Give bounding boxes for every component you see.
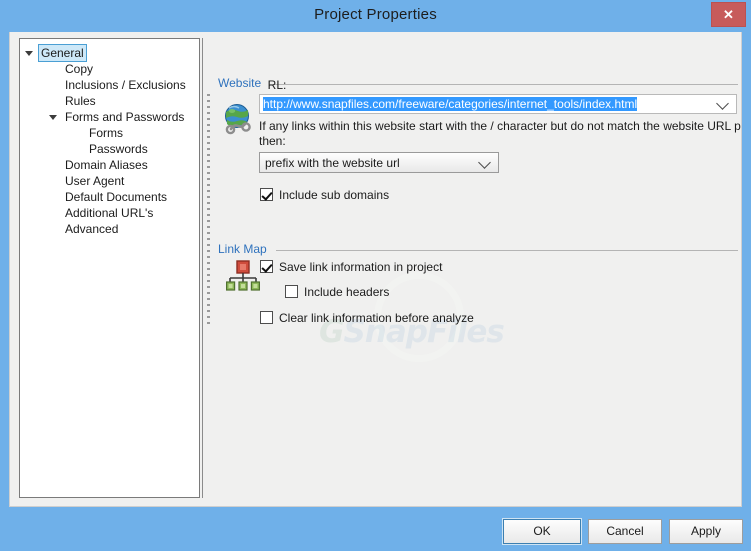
tree-item-list: General Copy Inclusions / Exclusions Rules F… <box>20 44 199 237</box>
tree-item-forms-and-passwords[interactable]: Forms and Passwords <box>49 109 199 125</box>
chevron-down-icon[interactable] <box>49 115 57 120</box>
chevron-down-icon[interactable] <box>716 97 729 110</box>
tree-item-label: Domain Aliases <box>65 158 148 172</box>
dialog-footer: OK Cancel Apply <box>0 507 751 551</box>
apply-button[interactable]: Apply <box>669 519 743 544</box>
tree-item-rules[interactable]: Rules <box>62 93 199 109</box>
ok-button[interactable]: OK <box>502 518 582 545</box>
tree-item-label: Inclusions / Exclusions <box>65 78 186 92</box>
include-headers-label: Include headers <box>304 285 390 299</box>
url-combobox[interactable]: http://www.snapfiles.com/freeware/catego… <box>259 94 737 114</box>
tree-item-label: Advanced <box>65 222 119 236</box>
title-bar: Project Properties ✕ <box>0 0 751 32</box>
sitemap-icon <box>226 260 260 291</box>
tree-item-user-agent[interactable]: User Agent <box>62 173 199 189</box>
panel-splitter[interactable] <box>202 38 214 498</box>
splitter-line <box>202 38 203 498</box>
tree-item-passwords[interactable]: Passwords <box>86 141 199 157</box>
chevron-down-icon[interactable] <box>478 155 491 169</box>
prefix-option-combobox[interactable]: prefix with the website url <box>259 152 499 173</box>
globe-link-icon <box>225 104 251 135</box>
dialog-client-area: General Copy Inclusions / Exclusions Rules F… <box>9 32 742 507</box>
tree-item-label: Rules <box>65 94 96 108</box>
project-properties-dialog: Project Properties ✕ General Copy Inclusio… <box>0 0 751 551</box>
url-hint-line-1: If any links within this website start w… <box>259 119 742 133</box>
close-icon: ✕ <box>723 7 734 22</box>
url-value: http://www.snapfiles.com/freeware/catego… <box>263 97 638 111</box>
tree-item-inclusions-exclusions[interactable]: Inclusions / Exclusions <box>62 77 199 93</box>
tree-item-general[interactable]: General <box>25 44 199 62</box>
tree-item-label: Additional URL's <box>65 206 154 220</box>
tree-item-advanced[interactable]: Advanced <box>62 221 199 237</box>
save-link-information-label: Save link information in project <box>279 260 443 274</box>
tree-item-label: Copy <box>65 62 94 76</box>
linkmap-group-title: Link Map <box>218 242 273 256</box>
chevron-down-icon[interactable] <box>25 51 33 56</box>
tree-item-default-documents[interactable]: Default Documents <box>62 189 199 205</box>
tree-item-label: Default Documents <box>65 190 168 204</box>
website-group-title: Website <box>218 76 268 90</box>
checkbox-indicator[interactable] <box>260 188 273 201</box>
clear-link-information-label: Clear link information before analyze <box>279 311 474 325</box>
include-sub-domains-label: Include sub domains <box>279 188 390 202</box>
tree-item-additional-url-s[interactable]: Additional URL's <box>62 205 199 221</box>
tree-item-label: General <box>38 44 87 62</box>
tree-item-label: Forms and Passwords <box>65 110 185 124</box>
cancel-button[interactable]: Cancel <box>588 519 662 544</box>
settings-tree[interactable]: General Copy Inclusions / Exclusions Rules F… <box>19 38 200 498</box>
tree-item-label: Passwords <box>89 142 148 156</box>
url-hint-line-2: then: <box>259 134 286 148</box>
checkbox-indicator[interactable] <box>285 285 298 298</box>
tree-item-label: Forms <box>89 126 123 140</box>
linkmap-group-rule <box>276 250 738 251</box>
tree-item-forms[interactable]: Forms <box>86 125 199 141</box>
tree-item-domain-aliases[interactable]: Domain Aliases <box>62 157 199 173</box>
tree-item-label: User Agent <box>65 174 125 188</box>
checkbox-indicator[interactable] <box>260 260 273 273</box>
close-button[interactable]: ✕ <box>711 2 746 27</box>
website-groupbox: Website URL: http://www.snapfiles.com/fr… <box>218 76 741 228</box>
prefix-option-value: prefix with the website url <box>265 156 400 170</box>
tree-item-copy[interactable]: Copy <box>62 61 199 77</box>
splitter-grip[interactable] <box>207 94 210 324</box>
window-title: Project Properties <box>314 6 437 23</box>
settings-pane-general: GSnapFiles Website URL: http://www.snapf… <box>214 32 741 506</box>
website-group-rule <box>270 84 738 85</box>
url-input[interactable]: http://www.snapfiles.com/freeware/catego… <box>263 97 638 111</box>
linkmap-groupbox: Link Map Save link information in projec… <box>218 242 738 332</box>
checkbox-indicator[interactable] <box>260 311 273 324</box>
